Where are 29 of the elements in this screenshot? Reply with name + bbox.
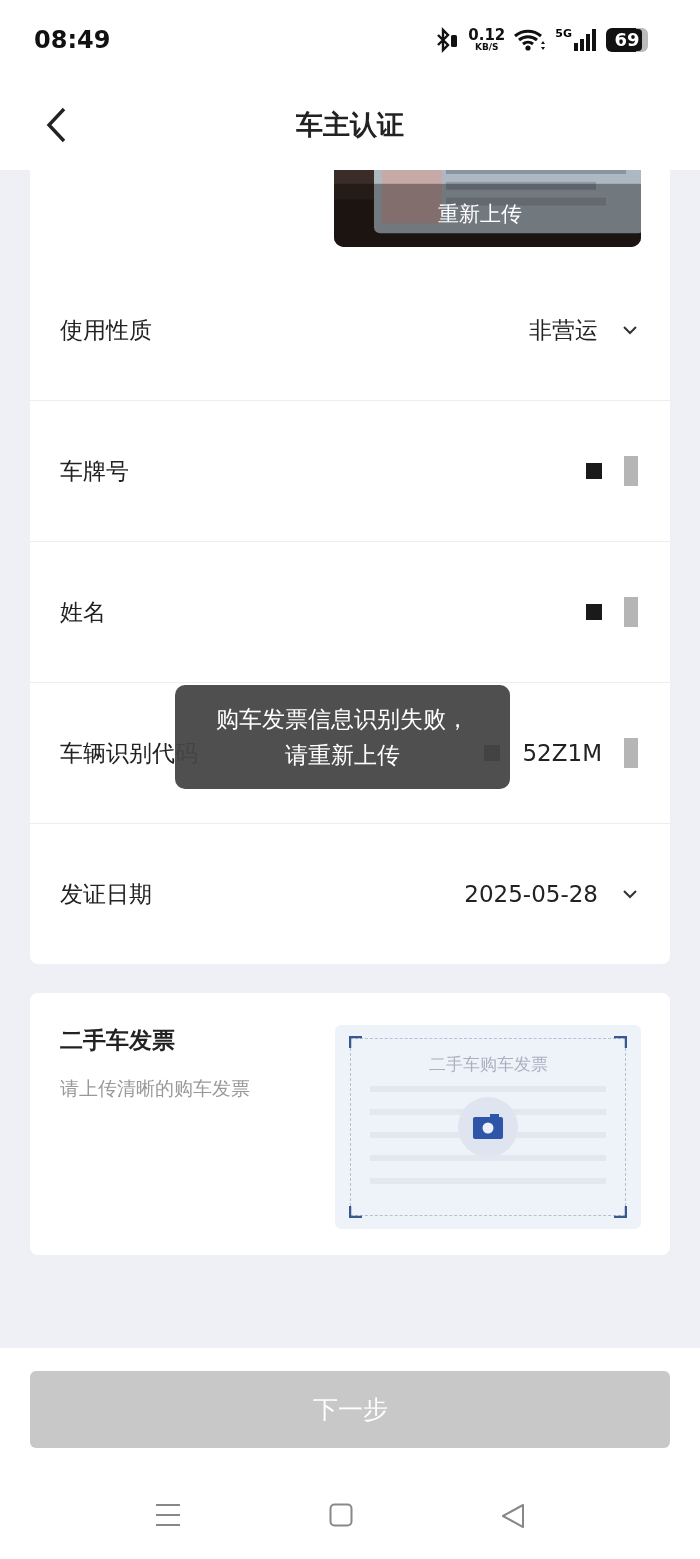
field-value: 52Z1M (522, 740, 602, 766)
redaction-mark (624, 597, 638, 627)
section-title: 二手车发票 (60, 1026, 176, 1055)
home-icon[interactable] (329, 1503, 353, 1527)
chevron-down-icon[interactable] (622, 889, 638, 899)
back-nav-icon[interactable] (501, 1503, 525, 1529)
sample-title: 二手车购车发票 (428, 1053, 548, 1076)
field-value[interactable]: 2025-05-28 (464, 881, 598, 907)
redaction-mark (624, 738, 638, 768)
field-label: 使用性质 (60, 315, 152, 345)
redaction-mark (624, 456, 638, 486)
camera-icon[interactable] (458, 1097, 518, 1157)
battery-icon: 69 (606, 28, 648, 52)
reupload-button[interactable]: 重新上传 (438, 200, 522, 228)
network-speed-unit: KB/S (475, 43, 499, 52)
clock-time: 08:49 (34, 26, 111, 54)
page-title: 车主认证 (296, 108, 404, 142)
network-type: 5G (555, 27, 572, 40)
signal-icon (572, 27, 598, 53)
field-label: 姓名 (60, 597, 106, 627)
hint-text: 请上传清晰的购车发票 (60, 1076, 250, 1101)
field-label: 发证日期 (60, 879, 152, 909)
menu-icon[interactable] (155, 1503, 181, 1527)
back-icon[interactable] (44, 106, 68, 144)
field-label: 车牌号 (60, 456, 129, 486)
chevron-down-icon[interactable] (622, 325, 638, 335)
field-value[interactable]: 非营运 (529, 314, 598, 346)
network-speed: 0.12 (468, 28, 506, 43)
wifi-icon (513, 27, 548, 53)
